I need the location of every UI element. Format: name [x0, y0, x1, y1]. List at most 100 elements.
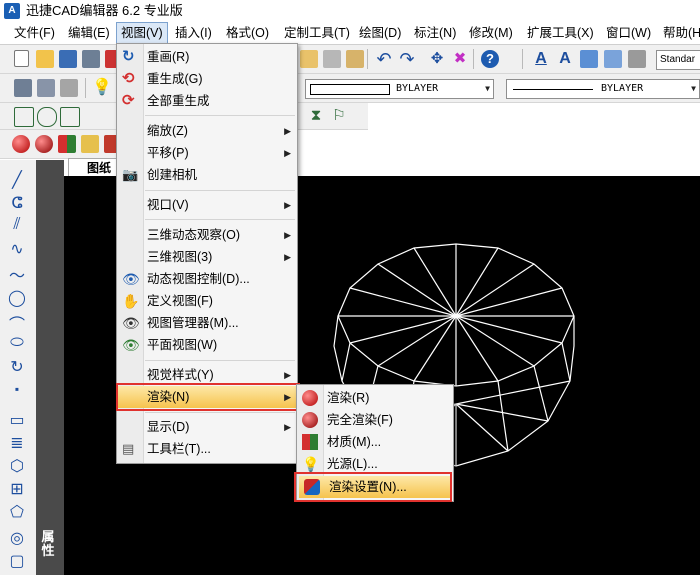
hatch-icon[interactable]: ≣ [7, 433, 27, 453]
donut-icon[interactable]: ◎ [7, 528, 27, 548]
polygon-icon[interactable]: ⬡ [7, 456, 27, 476]
menu-file[interactable]: 文件(F) [10, 22, 59, 44]
menu-draw[interactable]: 绘图(D) [355, 22, 405, 44]
block-icon[interactable]: ▢ [7, 551, 27, 571]
materials-icon[interactable] [58, 135, 76, 153]
spline-icon[interactable]: ∿ [7, 239, 27, 259]
freehand-icon[interactable]: 〜 [7, 262, 27, 285]
wedge-3d-icon[interactable] [60, 107, 80, 127]
material-icon [302, 434, 318, 450]
linetype-select[interactable]: BYLAYER ▼ [506, 79, 700, 99]
color-select[interactable]: BYLAYER ▼ [305, 79, 494, 99]
new-file-icon[interactable] [14, 50, 29, 67]
layer-manager-icon[interactable] [14, 79, 32, 97]
menu-window[interactable]: 窗口(W) [602, 22, 655, 44]
ellipse-icon[interactable]: ⬭ [7, 334, 27, 354]
submenu-item-render-settings[interactable]: 渲染设置(N)... [299, 476, 451, 498]
submenu-item-lights[interactable]: 💡 光源(L)... [297, 453, 453, 475]
full-render-sphere-icon[interactable] [35, 135, 53, 153]
menu-item-3d-orbit[interactable]: 三维动态观察(O) ▶ [117, 224, 297, 246]
cancel-icon[interactable]: ✖ [451, 50, 469, 68]
menu-help[interactable]: 帮助(H) [659, 22, 700, 44]
menu-item-pan[interactable]: 平移(P) ▶ [117, 142, 297, 164]
menu-item-define-view[interactable]: ✋ 定义视图(F) [117, 290, 297, 312]
properties-panel-strip[interactable] [36, 160, 64, 575]
menu-item-visual-styles[interactable]: 视觉样式(Y) ▶ [117, 364, 297, 386]
app-title: 迅捷CAD编辑器 6.2 专业版 [26, 3, 183, 18]
paste-icon[interactable] [300, 50, 318, 68]
save-as-icon[interactable] [82, 50, 100, 68]
open-folder-icon[interactable] [36, 50, 54, 68]
layer-toolbar: 💡 BYLAYER ▼ BYLAYER ▼ [0, 74, 700, 103]
help-icon[interactable]: ? [481, 50, 499, 68]
plan-view-icon: 👁 [122, 337, 140, 353]
menu-item-toolbars[interactable]: ▤ 工具栏(T)... [117, 438, 297, 460]
menu-item-display[interactable]: 显示(D) ▶ [117, 416, 297, 438]
circle-icon[interactable]: ◯ [7, 288, 27, 308]
menu-format[interactable]: 格式(O) [222, 22, 273, 44]
submenu-item-full-render[interactable]: 完全渲染(F) [297, 409, 453, 431]
menu-extend-tools[interactable]: 扩展工具(X) [523, 22, 598, 44]
camera-icon: 📷 [122, 167, 139, 182]
hourglass-icon[interactable]: ⧗ [307, 107, 325, 125]
render-sphere-icon[interactable] [12, 135, 30, 153]
line-icon[interactable]: ╱ [7, 170, 27, 190]
text-style-select[interactable]: Standar [656, 50, 700, 70]
dynamic-view-icon: 👁 [122, 271, 140, 287]
menu-dimension[interactable]: 标注(N) [410, 22, 460, 44]
revision-cloud-icon[interactable]: ↻ [7, 357, 27, 377]
menu-modify[interactable]: 修改(M) [465, 22, 517, 44]
point-icon[interactable]: ▪ [7, 382, 27, 402]
single-text-icon[interactable]: A [556, 50, 574, 68]
render-icon [302, 390, 318, 406]
menu-custom-tools[interactable]: 定制工具(T) [280, 22, 354, 44]
title-bar: A 迅捷CAD编辑器 6.2 专业版 [0, 0, 700, 23]
multileader-icon[interactable] [628, 50, 646, 68]
light-icon[interactable] [81, 135, 99, 153]
menu-bar: 文件(F) 编辑(E) 视图(V) 插入(I) 格式(O) 定制工具(T) 绘图… [0, 22, 700, 45]
text-style-icon[interactable]: A [532, 50, 550, 68]
menu-edit[interactable]: 编辑(E) [64, 22, 114, 44]
layer-state-icon[interactable] [37, 79, 55, 97]
lightbulb-icon[interactable]: 💡 [92, 79, 112, 97]
region-icon[interactable]: ⊞ [7, 479, 27, 499]
table-style-icon[interactable] [604, 50, 622, 68]
layer-previous-icon[interactable] [60, 79, 78, 97]
menu-item-render[interactable]: 渲染(N) ▶ [117, 386, 297, 408]
menu-view[interactable]: 视图(V) [116, 22, 168, 44]
rectangle-icon[interactable]: ▭ [7, 410, 27, 430]
menu-item-3d-views[interactable]: 三维视图(3) ▶ [117, 246, 297, 268]
save-icon[interactable] [59, 50, 77, 68]
menu-item-zoom[interactable]: 缩放(Z) ▶ [117, 120, 297, 142]
double-line-icon[interactable]: ⫽ [7, 216, 27, 236]
pan-icon[interactable]: ✥ [428, 50, 446, 68]
boundary-icon[interactable]: ⬠ [7, 502, 27, 522]
submenu-item-render[interactable]: 渲染(R) [297, 387, 453, 409]
menu-item-redraw[interactable]: ↻ 重画(R) [117, 46, 297, 68]
redo-icon[interactable]: ↷ [398, 50, 416, 68]
arc-icon[interactable]: ⌒ [7, 311, 27, 334]
polyline-icon[interactable]: ⵛ [7, 193, 27, 213]
regen-all-icon: ⟳ [122, 92, 135, 109]
menu-item-viewport[interactable]: 视口(V) ▶ [117, 194, 297, 216]
undo-icon[interactable]: ↶ [375, 50, 393, 68]
menu-item-regen-all[interactable]: ⟳ 全部重生成 [117, 90, 297, 112]
menu-insert[interactable]: 插入(I) [171, 22, 216, 44]
menu-item-create-camera[interactable]: 📷 创建相机 [117, 164, 297, 186]
match-properties-icon[interactable] [346, 50, 364, 68]
view-menu-dropdown: ↻ 重画(R) ⟲ 重生成(G) ⟳ 全部重生成 缩放(Z) ▶ 平移(P) ▶ 📷… [116, 43, 298, 464]
dimension-style-icon[interactable] [580, 50, 598, 68]
box-3d-icon[interactable] [14, 107, 34, 127]
menu-item-plan-view[interactable]: 👁 平面视图(W) [117, 334, 297, 356]
clipboard-icon[interactable] [323, 50, 341, 68]
regen-icon: ⟲ [122, 70, 135, 87]
submenu-item-materials[interactable]: 材质(M)... [297, 431, 453, 453]
sphere-3d-icon[interactable] [37, 107, 57, 127]
light-icon: 💡 [302, 456, 320, 472]
properties-label[interactable]: 属性 [38, 530, 58, 558]
standard-toolbar: ↶ ↷ ✥ ✖ ? A A Standar [0, 45, 700, 74]
flag-icon[interactable]: ⚐ [330, 107, 348, 125]
menu-item-view-manager[interactable]: 👁 视图管理器(M)... [117, 312, 297, 334]
menu-item-dynamic-view[interactable]: 👁 动态视图控制(D)... [117, 268, 297, 290]
menu-item-regen[interactable]: ⟲ 重生成(G) [117, 68, 297, 90]
